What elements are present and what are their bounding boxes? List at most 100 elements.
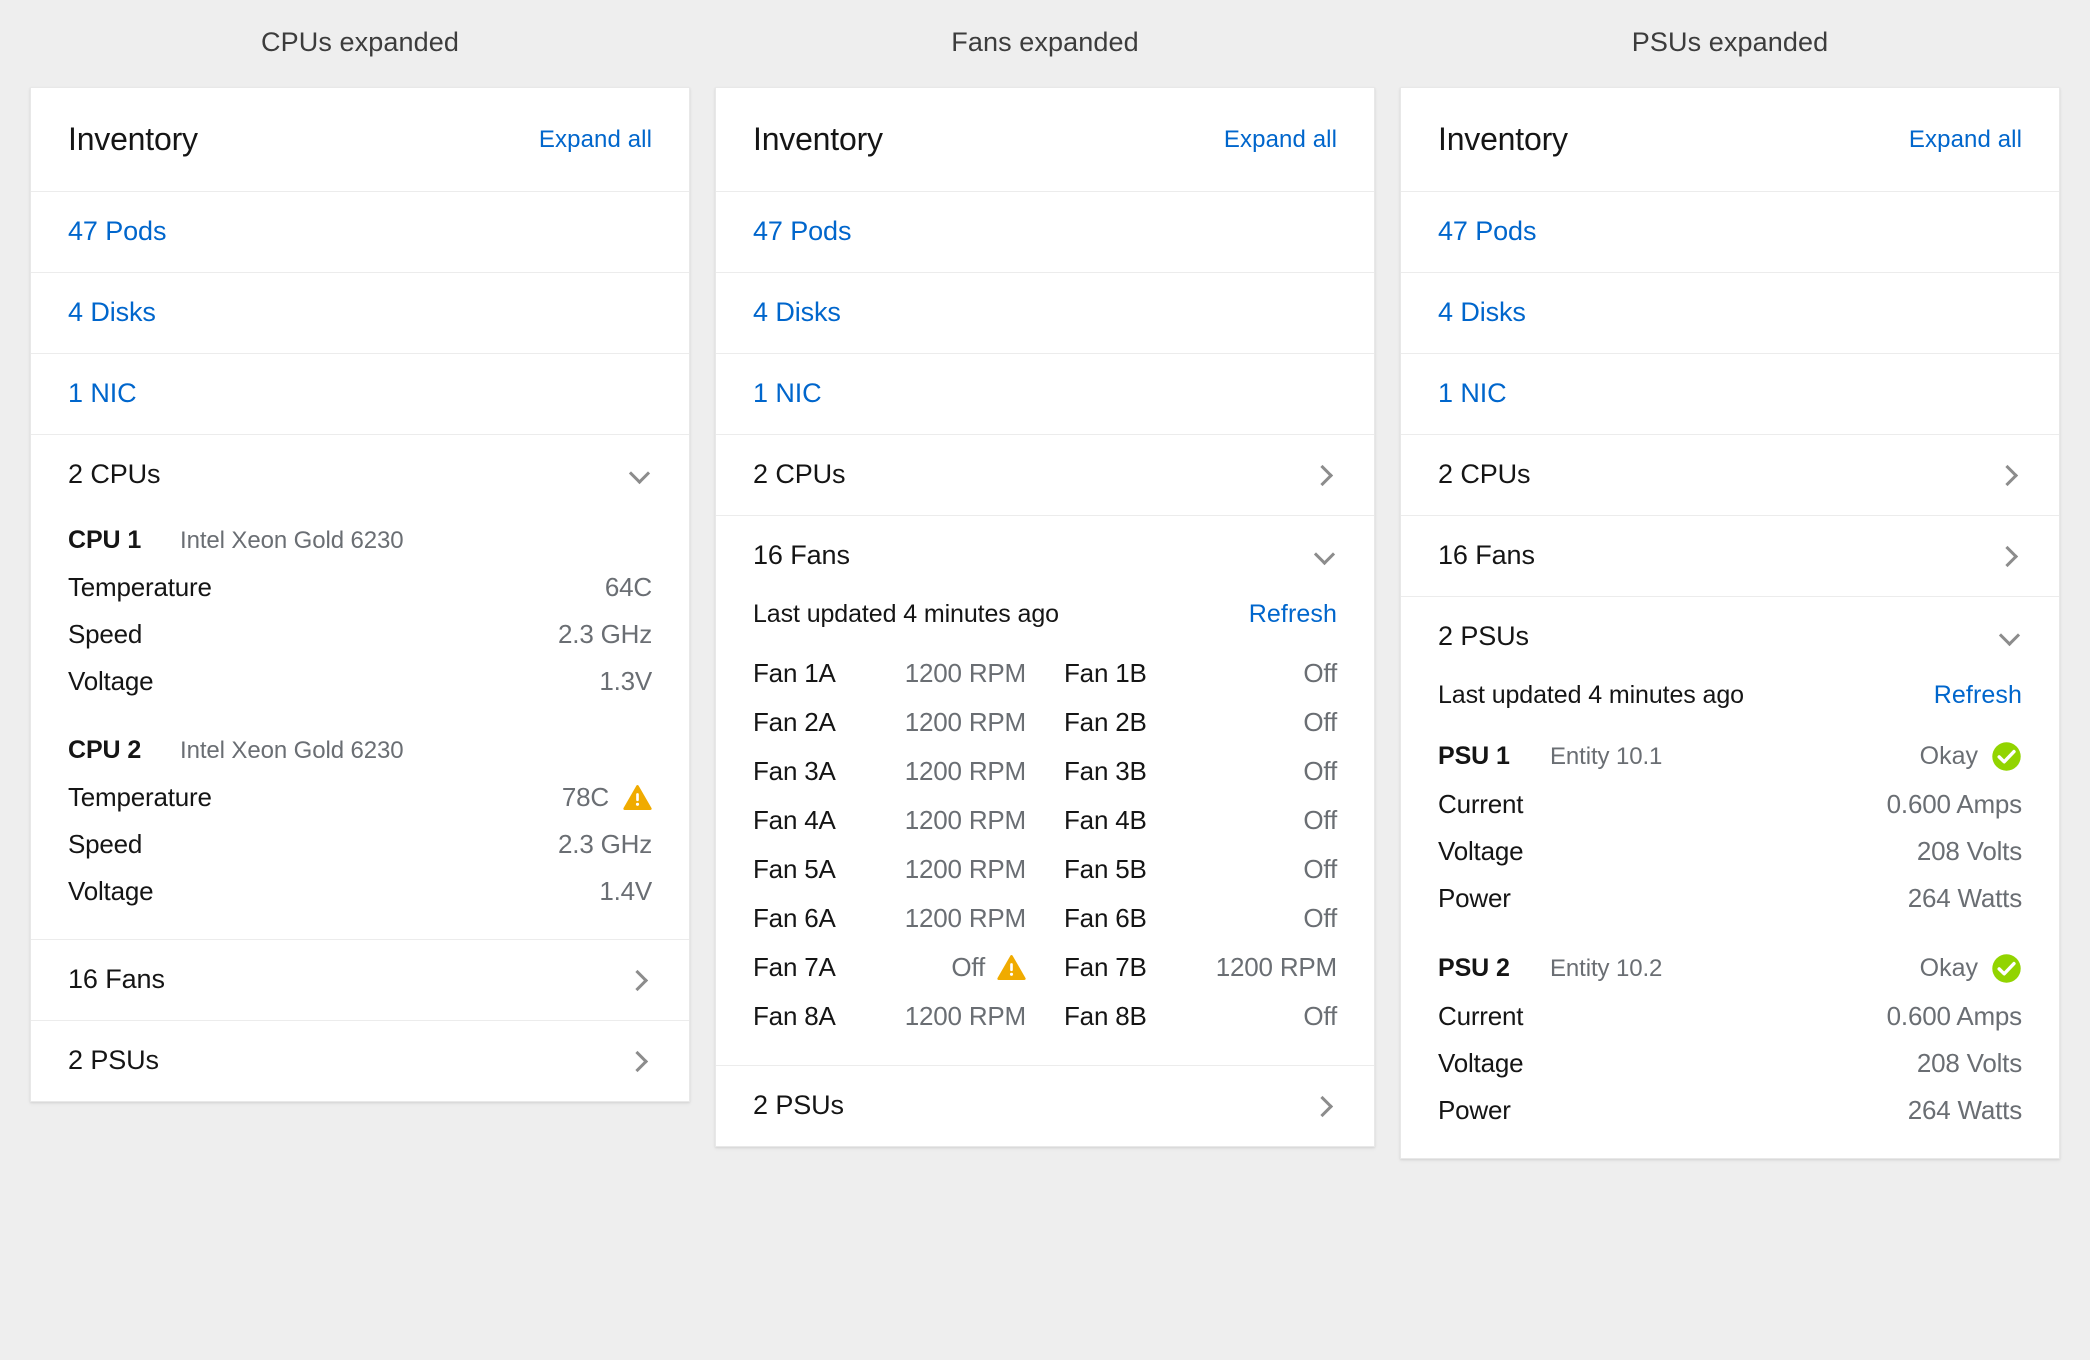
- metric-value-text: 2.3 GHz: [558, 829, 652, 859]
- fan-value: 1200 RPM: [905, 756, 1026, 787]
- inventory-group: 2 CPUs: [1401, 435, 2059, 516]
- group-toggle[interactable]: 2 PSUs: [1401, 597, 2059, 677]
- metric-label: Current: [1438, 789, 1524, 819]
- fan-value: Off: [1303, 658, 1337, 689]
- fan-row: Fan 8B Off: [1064, 992, 1337, 1041]
- metric-value: 208 Volts: [1917, 1048, 2022, 1079]
- group-toggle[interactable]: 2 CPUs: [31, 435, 689, 515]
- chevron-right-icon[interactable]: [1998, 544, 2022, 568]
- inventory-link-row[interactable]: 47 Pods: [1401, 192, 2059, 273]
- inventory-group: 2 CPUs: [716, 435, 1374, 516]
- inventory-group: 2 PSUs Last updated 4 minutes ago Refresh P…: [1401, 597, 2059, 1158]
- inventory-column: Fans expanded Inventory Expand all 47 Pods 4…: [715, 0, 1375, 1147]
- psu-status-label: Okay: [1919, 954, 1978, 982]
- psu-heading: PSU 1 Entity 10.1 Okay: [1438, 730, 2022, 781]
- fan-value: Off: [1303, 805, 1337, 836]
- inventory-link-row[interactable]: 1 NIC: [716, 354, 1374, 435]
- fan-value-text: 1200 RPM: [1215, 952, 1337, 982]
- fan-value: Off: [1303, 854, 1337, 885]
- inventory-link-row[interactable]: 1 NIC: [1401, 354, 2059, 435]
- fan-row: Fan 5B Off: [1064, 845, 1337, 894]
- chevron-down-icon[interactable]: [628, 463, 652, 487]
- fan-row: Fan 6A 1200 RPM: [753, 894, 1026, 943]
- fans-last-updated-row: Last updated 4 minutes ago Refresh: [753, 596, 1337, 649]
- group-toggle[interactable]: 2 CPUs: [716, 435, 1374, 515]
- group-label: 2 CPUs: [1438, 459, 1531, 489]
- fan-label: Fan 6B: [1064, 903, 1147, 933]
- metric-value-text: 0.600 Amps: [1886, 789, 2023, 819]
- fan-value-text: Off: [1303, 1001, 1337, 1031]
- fan-row: Fan 4A 1200 RPM: [753, 796, 1026, 845]
- inventory-link-row[interactable]: 4 Disks: [31, 273, 689, 354]
- metric-value: 264 Watts: [1908, 883, 2022, 914]
- group-label: 2 PSUs: [753, 1090, 844, 1120]
- cpu-name: CPU 1: [68, 526, 142, 554]
- group-toggle[interactable]: 16 Fans: [31, 940, 689, 1020]
- psu-metric-row: Power 264 Watts: [1438, 875, 2022, 922]
- fan-label: Fan 1A: [753, 658, 836, 688]
- inventory-link-row[interactable]: 1 NIC: [31, 354, 689, 435]
- expand-all-link[interactable]: Expand all: [1909, 126, 2022, 154]
- inventory-link-row[interactable]: 47 Pods: [716, 192, 1374, 273]
- fan-value: 1200 RPM: [905, 903, 1026, 934]
- cpu-heading: CPU 2 Intel Xeon Gold 6230: [68, 725, 652, 774]
- fan-value-text: Off: [951, 952, 985, 982]
- fan-label: Fan 5B: [1064, 854, 1147, 884]
- chevron-right-icon[interactable]: [628, 968, 652, 992]
- inventory-link-row[interactable]: 4 Disks: [716, 273, 1374, 354]
- chevron-right-icon[interactable]: [628, 1049, 652, 1073]
- group-label: 2 CPUs: [753, 459, 846, 489]
- column-caption: PSUs expanded: [1631, 27, 1829, 57]
- refresh-link[interactable]: Refresh: [1934, 681, 2022, 710]
- chevron-down-icon[interactable]: [1998, 625, 2022, 649]
- group-toggle[interactable]: 2 PSUs: [716, 1066, 1374, 1146]
- psu-status: Okay: [1920, 741, 2022, 772]
- psu-status: Okay: [1920, 953, 2022, 984]
- metric-value-text: 208 Volts: [1916, 836, 2022, 866]
- fans-detail-body: Last updated 4 minutes ago Refresh Fan 1A 1…: [716, 596, 1374, 1065]
- metric-label: Speed: [68, 829, 143, 859]
- metric-value-text: 1.3V: [599, 666, 652, 696]
- chevron-right-icon[interactable]: [1313, 463, 1337, 487]
- fan-row: Fan 4B Off: [1064, 796, 1337, 845]
- group-toggle[interactable]: 2 CPUs: [1401, 435, 2059, 515]
- cpu-model: Intel Xeon Gold 6230: [180, 736, 404, 764]
- inventory-column: PSUs expanded Inventory Expand all 47 Pods 4…: [1400, 0, 2060, 1159]
- psu-name: PSU 2: [1438, 954, 1510, 982]
- group-label: 16 Fans: [1438, 540, 1535, 570]
- metric-value-text: 208 Volts: [1916, 1048, 2022, 1078]
- cpu-metric-row: Speed 2.3 GHz: [68, 611, 652, 658]
- chevron-right-icon[interactable]: [1313, 1094, 1337, 1118]
- inventory-link-row[interactable]: 4 Disks: [1401, 273, 2059, 354]
- metric-value-text: 264 Watts: [1907, 1095, 2022, 1125]
- page-title: Inventory: [1438, 121, 1568, 157]
- fan-label: Fan 6A: [753, 903, 836, 933]
- refresh-link[interactable]: Refresh: [1249, 600, 1337, 629]
- expand-all-link[interactable]: Expand all: [1224, 126, 1337, 154]
- fan-value: 1200 RPM: [905, 1001, 1026, 1032]
- group-toggle[interactable]: 2 PSUs: [31, 1021, 689, 1101]
- success-check-icon: [1991, 953, 2022, 984]
- chevron-down-icon[interactable]: [1313, 544, 1337, 568]
- fan-label: Fan 2B: [1064, 707, 1147, 737]
- fan-row: Fan 8A 1200 RPM: [753, 992, 1026, 1041]
- group-label: 2 PSUs: [1438, 621, 1529, 651]
- fan-row: Fan 2B Off: [1064, 698, 1337, 747]
- inventory-link-row[interactable]: 47 Pods: [31, 192, 689, 273]
- fan-value: Off: [1303, 707, 1337, 738]
- metric-value-text: 0.600 Amps: [1886, 1001, 2023, 1031]
- fan-label: Fan 4B: [1064, 805, 1147, 835]
- metric-value-text: 264 Watts: [1907, 883, 2022, 913]
- fan-value-text: 1200 RPM: [904, 658, 1026, 688]
- fan-value: Off: [951, 952, 1026, 983]
- metric-value: 0.600 Amps: [1886, 789, 2023, 820]
- warning-icon: [623, 783, 652, 812]
- metric-label: Power: [1438, 1095, 1511, 1125]
- group-toggle[interactable]: 16 Fans: [716, 516, 1374, 596]
- chevron-right-icon[interactable]: [1998, 463, 2022, 487]
- fan-label: Fan 8A: [753, 1001, 836, 1031]
- psu-metric-row: Current 0.600 Amps: [1438, 781, 2022, 828]
- expand-all-link[interactable]: Expand all: [539, 126, 652, 154]
- group-toggle[interactable]: 16 Fans: [1401, 516, 2059, 596]
